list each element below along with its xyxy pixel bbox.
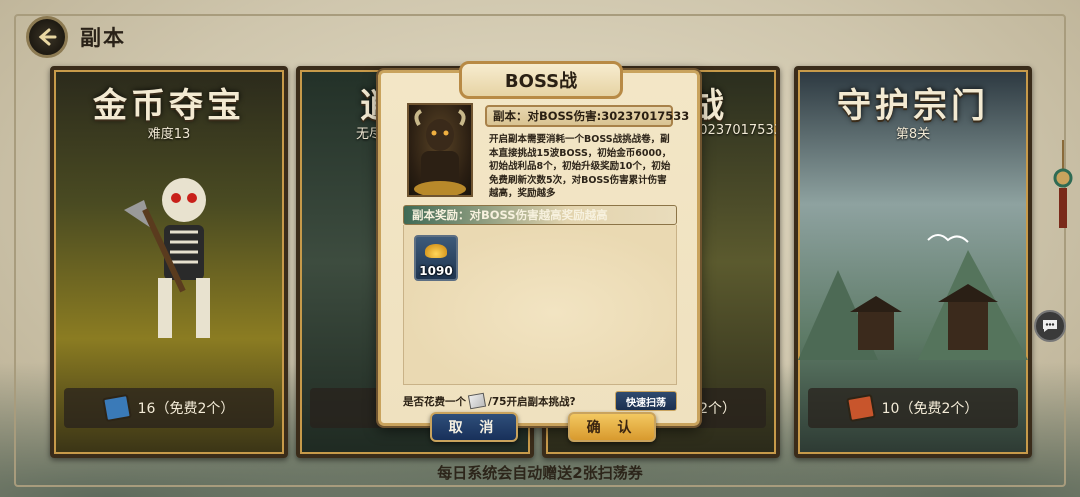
page-title: 副本	[80, 26, 126, 50]
dialog-title: BOSS战	[459, 61, 623, 99]
card-ticket-footer: 10（免费2个）	[808, 388, 1018, 428]
reward-item-gold[interactable]: 1090	[414, 235, 458, 281]
boss-description: 开启副本需要消耗一个BOSS战挑战卷，副本直接挑战15波BOSS，初始金币600…	[489, 134, 672, 199]
confirm-prefix: 是否花费一个	[403, 395, 466, 408]
skeleton-warrior-art	[124, 178, 210, 338]
ticket-count: 16（免费2个）	[137, 401, 235, 417]
card-subtitle: 第8关	[895, 127, 931, 142]
chat-bubble-icon	[1043, 320, 1057, 332]
scroll-ticket-icon	[845, 393, 876, 423]
card-title: 守护宗门	[837, 86, 989, 126]
gold-coin-icon	[425, 244, 447, 258]
boss-damage-label: 副本：对BOSS伤害:30237017533	[485, 105, 689, 127]
boss-battle-dialog: BOSS战 副本：对BOSS伤害:30237017533 开启副本需要消耗一个B…	[376, 61, 702, 428]
ticket-icon	[467, 392, 487, 410]
card-title: 金币夺宝	[93, 86, 245, 126]
minotaur-boss-art	[414, 109, 466, 195]
reward-header: 副本奖励：对BOSS伤害越高奖励越高	[403, 205, 677, 225]
back-button[interactable]	[26, 16, 68, 58]
pagoda-landscape-art	[798, 234, 1028, 360]
dungeon-card-guard-sect[interactable]: 守护宗门 第8关 10（免费2个）	[794, 66, 1032, 458]
chat-button[interactable]	[1034, 310, 1066, 342]
reward-count: 1090	[419, 264, 453, 278]
decorative-knot-icon	[1053, 140, 1073, 228]
confirm-suffix: /75开启副本挑战?	[488, 395, 576, 408]
ticket-count: 10（免费2个）	[881, 401, 979, 417]
cancel-button[interactable]: 取 消	[430, 412, 518, 442]
card-ticket-footer: 16（免费2个）	[64, 388, 274, 428]
daily-gift-note: 每日系统会自动赠送2张扫荡券	[437, 464, 643, 482]
confirm-button[interactable]: 确 认	[568, 412, 656, 442]
reward-area: 1090	[403, 225, 677, 385]
boss-portrait	[407, 103, 473, 197]
scroll-ticket-icon	[101, 393, 132, 423]
back-arrow-icon	[38, 28, 57, 46]
dungeon-card-gold[interactable]: 金币夺宝 难度13 16（免费2个）	[50, 66, 288, 458]
quick-sweep-button[interactable]: 快速扫荡	[615, 391, 677, 411]
card-subtitle: 难度13	[147, 127, 191, 142]
confirm-prompt: 是否花费一个 /75开启副本挑战? 快速扫荡	[403, 391, 677, 411]
